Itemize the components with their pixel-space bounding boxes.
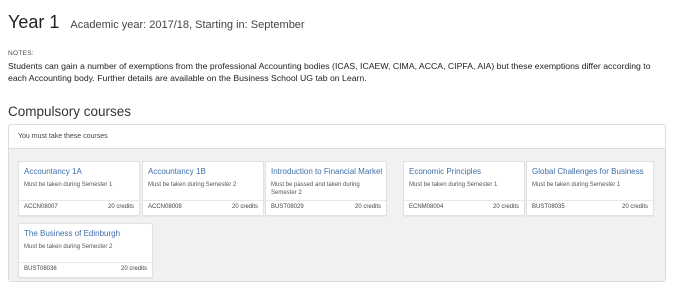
course-footer: BUST08029 20 credits <box>266 200 386 215</box>
course-code: BUST08035 <box>532 204 565 210</box>
course-card[interactable]: Accountancy 1A Must be taken during Seme… <box>18 161 140 216</box>
course-code: ECNM08004 <box>409 204 444 210</box>
course-card[interactable]: The Business of Edinburgh Must be taken … <box>18 223 153 278</box>
course-card[interactable]: Economic Principles Must be taken during… <box>403 161 525 216</box>
course-note: Must be taken during Semester 1 <box>409 182 498 188</box>
course-footer: ACCN08007 20 credits <box>19 200 139 215</box>
course-note: Must be taken during Semester 2 <box>148 182 237 188</box>
course-footer: ECNM08004 20 credits <box>404 200 524 215</box>
course-credits: 20 credits <box>492 204 519 210</box>
course-grid: Accountancy 1A Must be taken during Seme… <box>9 149 665 281</box>
course-credits: 20 credits <box>354 204 381 210</box>
course-code: ACCN08008 <box>148 204 182 210</box>
academic-year-subtitle: Academic year: 2017/18, Starting in: Sep… <box>70 19 305 31</box>
course-title-link[interactable]: Accountancy 1A <box>24 167 135 176</box>
course-note: Must be taken during Semester 1 <box>24 182 113 188</box>
year-title: Year 1 <box>8 12 60 32</box>
course-credits: 20 credits <box>107 204 134 210</box>
course-footer: BUST08035 20 credits <box>527 200 653 215</box>
course-title-link[interactable]: Introduction to Financial Markets <box>271 167 382 176</box>
course-title-link[interactable]: Economic Principles <box>409 167 520 176</box>
course-credits: 20 credits <box>621 204 648 210</box>
course-footer: ACCN08008 20 credits <box>143 200 263 215</box>
programme-page: Year 1 Academic year: 2017/18, Starting … <box>0 0 674 288</box>
course-title-link[interactable]: Accountancy 1B <box>148 167 259 176</box>
course-note: Must be passed and taken during Semester… <box>271 182 360 196</box>
course-title-link[interactable]: The Business of Edinburgh <box>24 229 148 238</box>
compulsory-courses-panel: You must take these courses Accountancy … <box>8 124 666 282</box>
course-code: BUST08036 <box>24 266 57 272</box>
course-note: Must be taken during Semester 2 <box>24 244 113 250</box>
notes-text: Students can gain a number of exemptions… <box>8 61 651 83</box>
course-code: ACCN08007 <box>24 204 58 210</box>
year-heading: Year 1 Academic year: 2017/18, Starting … <box>8 12 305 33</box>
course-note: Must be taken during Semester 1 <box>532 182 621 188</box>
course-code: BUST08029 <box>271 204 304 210</box>
course-credits: 20 credits <box>120 266 147 272</box>
course-card[interactable]: Introduction to Financial Markets Must b… <box>265 161 387 216</box>
course-card[interactable]: Accountancy 1B Must be taken during Seme… <box>142 161 264 216</box>
compulsory-courses-title: Compulsory courses <box>8 104 132 119</box>
course-credits: 20 credits <box>231 204 258 210</box>
course-footer: BUST08036 20 credits <box>19 262 152 277</box>
panel-header: You must take these courses <box>9 125 665 149</box>
course-card[interactable]: Global Challenges for Business Must be t… <box>526 161 654 216</box>
notes-label: NOTES: <box>8 50 34 57</box>
course-title-link[interactable]: Global Challenges for Business <box>532 167 649 176</box>
